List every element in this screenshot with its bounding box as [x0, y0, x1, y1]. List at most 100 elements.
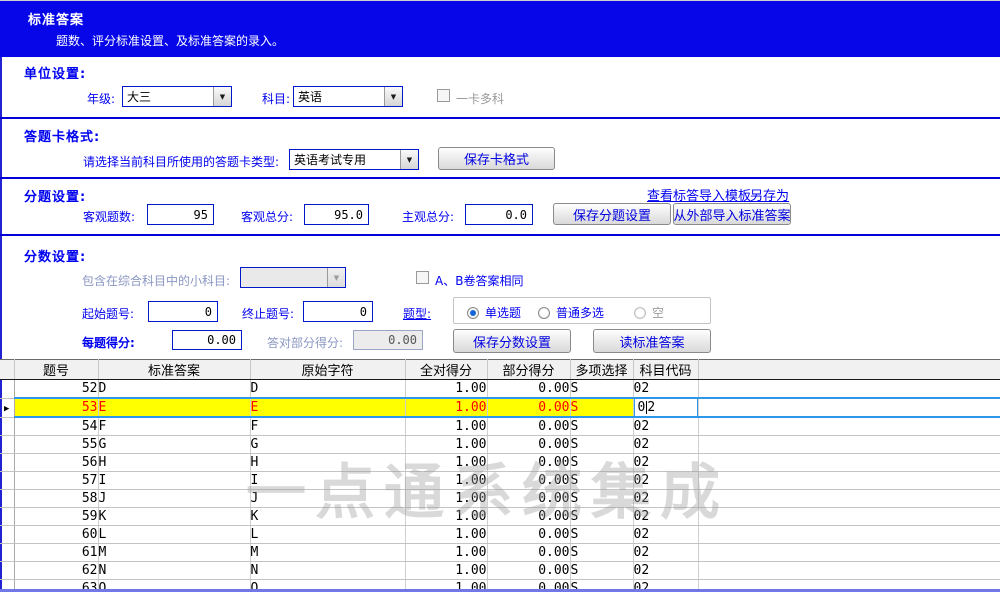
- table-row[interactable]: 60LL1.000.00S02: [0, 526, 1000, 544]
- end-number-input[interactable]: 0: [303, 301, 373, 322]
- read-answers-button[interactable]: 读标准答案: [593, 329, 711, 353]
- table-row[interactable]: 61MM1.000.00S02: [0, 544, 1000, 562]
- cell-raw[interactable]: H: [250, 454, 405, 472]
- save-division-button[interactable]: 保存分题设置: [553, 203, 671, 225]
- table-row[interactable]: 54FF1.000.00S02: [0, 417, 1000, 436]
- row-selector[interactable]: [0, 490, 14, 508]
- cell-code[interactable]: 02: [633, 454, 698, 472]
- cell-raw[interactable]: G: [250, 436, 405, 454]
- cell-multi[interactable]: S: [570, 454, 633, 472]
- cell-code[interactable]: 02: [633, 544, 698, 562]
- cell-partial_score[interactable]: 0.00: [487, 526, 570, 544]
- cell-partial_score[interactable]: 0.00: [487, 380, 570, 399]
- cell-answer[interactable]: N: [98, 562, 250, 580]
- cell-code[interactable]: 02: [633, 490, 698, 508]
- cell-raw[interactable]: L: [250, 526, 405, 544]
- row-selector[interactable]: [0, 380, 14, 399]
- chevron-down-icon[interactable]: ▼: [400, 150, 418, 169]
- multi-card-checkbox[interactable]: [437, 89, 450, 102]
- table-row[interactable]: 59KK1.000.00S02: [0, 508, 1000, 526]
- cell-multi[interactable]: S: [570, 398, 633, 417]
- cell-no[interactable]: 56: [14, 454, 98, 472]
- cell-partial_score[interactable]: 0.00: [487, 417, 570, 436]
- row-selector[interactable]: [0, 454, 14, 472]
- objective-total-input[interactable]: 95.0: [304, 204, 369, 225]
- cell-no[interactable]: 53: [14, 398, 98, 417]
- cell-answer[interactable]: H: [98, 454, 250, 472]
- cell-multi[interactable]: S: [570, 490, 633, 508]
- cell-no[interactable]: 57: [14, 472, 98, 490]
- grade-select[interactable]: 大三 ▼: [122, 86, 232, 107]
- cell-answer[interactable]: D: [98, 380, 250, 399]
- cell-answer[interactable]: K: [98, 508, 250, 526]
- row-selector[interactable]: [0, 417, 14, 436]
- table-row[interactable]: ▶53EE1.000.00S02: [0, 398, 1000, 417]
- cell-raw[interactable]: D: [250, 380, 405, 399]
- card-type-select[interactable]: 英语考试专用 ▼: [289, 149, 419, 170]
- start-number-input[interactable]: 0: [148, 301, 218, 322]
- cell-raw[interactable]: F: [250, 417, 405, 436]
- cell-multi[interactable]: S: [570, 472, 633, 490]
- cell-no[interactable]: 52: [14, 380, 98, 399]
- qtype-option-multi[interactable]: 普通多选: [538, 304, 604, 321]
- save-as-link[interactable]: 另存为: [750, 185, 789, 204]
- cell-code[interactable]: 02: [633, 398, 698, 417]
- cell-code[interactable]: 02: [633, 417, 698, 436]
- cell-full_score[interactable]: 1.00: [405, 436, 487, 454]
- cell-raw[interactable]: K: [250, 508, 405, 526]
- table-row[interactable]: 62NN1.000.00S02: [0, 562, 1000, 580]
- row-selector[interactable]: [0, 508, 14, 526]
- cell-code[interactable]: 02: [633, 562, 698, 580]
- cell-answer[interactable]: I: [98, 472, 250, 490]
- row-selector[interactable]: [0, 436, 14, 454]
- cell-code[interactable]: 02: [633, 436, 698, 454]
- cell-partial_score[interactable]: 0.00: [487, 436, 570, 454]
- subjective-total-input[interactable]: 0.0: [465, 204, 533, 225]
- cell-raw[interactable]: E: [250, 398, 405, 417]
- row-selector[interactable]: [0, 526, 14, 544]
- row-selector[interactable]: ▶: [0, 398, 14, 417]
- cell-full_score[interactable]: 1.00: [405, 454, 487, 472]
- cell-raw[interactable]: J: [250, 490, 405, 508]
- cell-partial_score[interactable]: 0.00: [487, 490, 570, 508]
- save-score-button[interactable]: 保存分数设置: [453, 329, 571, 353]
- row-selector[interactable]: [0, 544, 14, 562]
- row-selector[interactable]: [0, 472, 14, 490]
- cell-partial_score[interactable]: 0.00: [487, 562, 570, 580]
- cell-no[interactable]: 59: [14, 508, 98, 526]
- cell-full_score[interactable]: 1.00: [405, 490, 487, 508]
- cell-partial_score[interactable]: 0.00: [487, 544, 570, 562]
- qtype-option-empty[interactable]: 空: [634, 304, 664, 321]
- save-card-format-button[interactable]: 保存卡格式: [438, 147, 555, 170]
- objective-count-input[interactable]: 95: [147, 204, 214, 225]
- cell-partial_score[interactable]: 0.00: [487, 398, 570, 417]
- table-row[interactable]: 58JJ1.000.00S02: [0, 490, 1000, 508]
- cell-no[interactable]: 61: [14, 544, 98, 562]
- cell-full_score[interactable]: 1.00: [405, 380, 487, 399]
- cell-raw[interactable]: M: [250, 544, 405, 562]
- cell-code[interactable]: 02: [633, 526, 698, 544]
- code-editor-input[interactable]: 02: [633, 398, 698, 417]
- cell-partial_score[interactable]: 0.00: [487, 508, 570, 526]
- cell-full_score[interactable]: 1.00: [405, 472, 487, 490]
- cell-multi[interactable]: S: [570, 508, 633, 526]
- cell-answer[interactable]: L: [98, 526, 250, 544]
- cell-multi[interactable]: S: [570, 380, 633, 399]
- cell-no[interactable]: 62: [14, 562, 98, 580]
- cell-full_score[interactable]: 1.00: [405, 417, 487, 436]
- table-row[interactable]: 57II1.000.00S02: [0, 472, 1000, 490]
- cell-answer[interactable]: J: [98, 490, 250, 508]
- cell-full_score[interactable]: 1.00: [405, 398, 487, 417]
- cell-raw[interactable]: N: [250, 562, 405, 580]
- cell-multi[interactable]: S: [570, 526, 633, 544]
- view-import-template-link[interactable]: 查看标答导入模板: [647, 185, 751, 204]
- table-row[interactable]: 52DD1.000.00S02: [0, 380, 1000, 399]
- cell-answer[interactable]: G: [98, 436, 250, 454]
- table-row[interactable]: 56HH1.000.00S02: [0, 454, 1000, 472]
- qtype-option-single[interactable]: 单选题: [467, 304, 521, 321]
- cell-multi[interactable]: S: [570, 544, 633, 562]
- cell-no[interactable]: 60: [14, 526, 98, 544]
- cell-code[interactable]: 02: [633, 380, 698, 399]
- per-score-input[interactable]: 0.00: [172, 330, 242, 350]
- cell-multi[interactable]: S: [570, 417, 633, 436]
